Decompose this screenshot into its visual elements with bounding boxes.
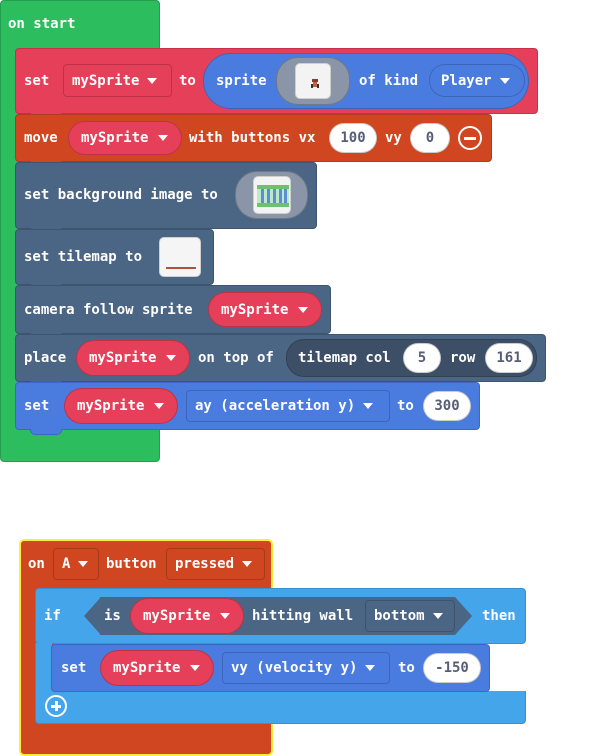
if-footer [35, 691, 526, 724]
move-label: move [24, 130, 58, 146]
vy-label: vy [385, 130, 402, 146]
minus-circle-icon[interactable] [458, 126, 482, 150]
variable-dropdown-label: mySprite [143, 608, 211, 624]
variable-dropdown-label: mySprite [77, 398, 145, 414]
property-dropdown[interactable]: ay (acceleration y) [186, 390, 390, 422]
row-label: row [450, 350, 476, 366]
variable-dropdown[interactable]: mySprite [208, 292, 322, 327]
on-label: on [28, 556, 45, 572]
set-tilemap-label: set tilemap to [24, 249, 143, 265]
kind-dropdown-label: Player [441, 72, 492, 89]
tilemap-image-icon[interactable] [159, 237, 201, 277]
property-dropdown-label: ay (acceleration y) [195, 398, 356, 414]
chevron-down-icon [166, 355, 177, 361]
vx-input[interactable]: 100 [329, 123, 377, 153]
property-dropdown[interactable]: vy (velocity y) [222, 652, 390, 684]
chevron-down-icon [190, 665, 201, 671]
variable-dropdown[interactable]: mySprite [76, 340, 190, 376]
variable-dropdown-label: mySprite [72, 72, 140, 89]
chevron-down-icon [298, 306, 309, 313]
variable-dropdown[interactable]: mySprite [68, 121, 182, 155]
variable-dropdown[interactable]: mySprite [100, 650, 214, 686]
row-input[interactable]: 161 [485, 343, 533, 373]
event-dropdown-label: pressed [175, 556, 235, 572]
variable-dropdown[interactable]: mySprite [63, 64, 172, 97]
kind-dropdown[interactable]: Player [429, 64, 525, 97]
sprite-image-field[interactable] [276, 57, 350, 105]
vy-input[interactable]: 0 [410, 123, 450, 153]
variable-dropdown-label: mySprite [113, 660, 181, 676]
on-start-label: on start [8, 16, 76, 32]
button-label: button [106, 556, 157, 572]
of-kind-label: of kind [359, 73, 419, 89]
sprite-image-icon [295, 63, 331, 99]
event-dropdown[interactable]: pressed [166, 548, 265, 580]
plus-circle-icon[interactable] [45, 695, 67, 717]
variable-dropdown[interactable]: mySprite [130, 598, 244, 634]
chevron-down-icon [499, 77, 510, 84]
direction-dropdown-label: bottom [374, 608, 425, 624]
variable-dropdown[interactable]: mySprite [64, 388, 178, 424]
acceleration-input[interactable]: 300 [423, 391, 471, 421]
variable-dropdown-label: mySprite [81, 130, 149, 146]
chevron-down-icon [365, 665, 376, 671]
chevron-down-icon [154, 403, 165, 409]
tilemap-col-label: tilemap col [298, 350, 391, 366]
background-image-icon [252, 176, 291, 214]
hitting-wall-label: hitting wall [252, 608, 354, 624]
chevron-down-icon [220, 613, 231, 619]
chevron-down-icon [363, 403, 374, 409]
to-label: to [179, 73, 196, 89]
button-dropdown[interactable]: A [53, 548, 99, 580]
then-label: then [482, 608, 516, 624]
sprite-label: sprite [216, 73, 267, 89]
property-dropdown-label: vy (velocity y) [231, 660, 358, 676]
button-dropdown-label: A [62, 556, 71, 572]
col-input[interactable]: 5 [403, 343, 441, 373]
background-image-field[interactable] [235, 171, 308, 219]
if-label: if [44, 608, 61, 624]
variable-dropdown-label: mySprite [89, 350, 157, 366]
set-label: set [24, 73, 50, 89]
set-label: set [61, 660, 87, 676]
chevron-down-icon [158, 135, 169, 141]
chevron-down-icon [78, 561, 89, 567]
variable-dropdown-label: mySprite [221, 301, 289, 318]
chevron-down-icon [242, 561, 253, 567]
with-buttons-label: with buttons vx [189, 130, 316, 146]
camera-follow-label: camera follow sprite [24, 302, 193, 318]
chevron-down-icon [432, 613, 443, 619]
set-background-label: set background image to [24, 187, 218, 203]
direction-dropdown[interactable]: bottom [365, 600, 455, 632]
velocity-input[interactable]: -150 [423, 653, 481, 683]
is-label: is [104, 608, 121, 624]
chevron-down-icon [147, 77, 158, 84]
to-label: to [397, 398, 414, 414]
on-top-of-label: on top of [198, 350, 274, 366]
set-label: set [24, 398, 50, 414]
place-label: place [24, 350, 67, 366]
to-label: to [398, 660, 415, 676]
